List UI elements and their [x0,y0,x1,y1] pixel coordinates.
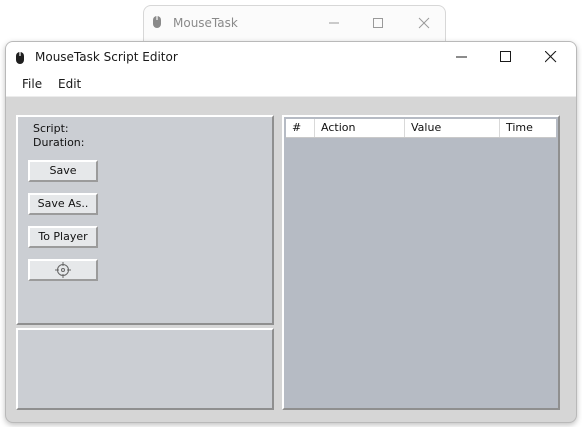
crosshair-icon [55,262,71,278]
table-header: # Action Value Time [286,119,556,138]
column-header-number[interactable]: # [286,119,315,137]
menu-bar: File Edit [6,73,576,97]
save-as-button[interactable]: Save As.. [28,193,98,215]
close-button[interactable] [529,44,573,70]
to-player-button[interactable]: To Player [28,226,98,248]
title-bar[interactable]: MouseTask Script Editor [6,42,576,73]
window-title: MouseTask Script Editor [35,50,178,64]
background-window[interactable]: MouseTask [143,5,446,41]
mouse-icon [15,50,25,69]
background-minimize-button[interactable] [314,11,354,35]
background-maximize-button[interactable] [358,11,398,35]
script-editor-window: MouseTask Script Editor File Edit Script… [5,41,577,423]
column-header-action[interactable]: Action [315,119,405,137]
maximize-icon [500,51,511,62]
close-icon [545,51,557,63]
save-button[interactable]: Save [28,160,98,182]
script-label: Script: [33,122,69,135]
status-panel [16,328,274,410]
script-info-panel: Script: Duration: Save Save As.. To Play… [16,115,274,325]
minimize-button[interactable] [440,44,484,70]
background-window-title: MouseTask [173,16,238,30]
column-header-time[interactable]: Time [500,119,556,137]
menu-file[interactable]: File [19,77,45,91]
action-table[interactable]: # Action Value Time [282,115,560,410]
maximize-button[interactable] [484,44,528,70]
background-close-button[interactable] [404,11,444,35]
column-header-value[interactable]: Value [405,119,500,137]
target-button[interactable] [28,259,98,281]
duration-label: Duration: [33,136,85,149]
mouse-icon [152,14,162,33]
minimize-icon [456,56,467,58]
menu-edit[interactable]: Edit [55,77,84,91]
